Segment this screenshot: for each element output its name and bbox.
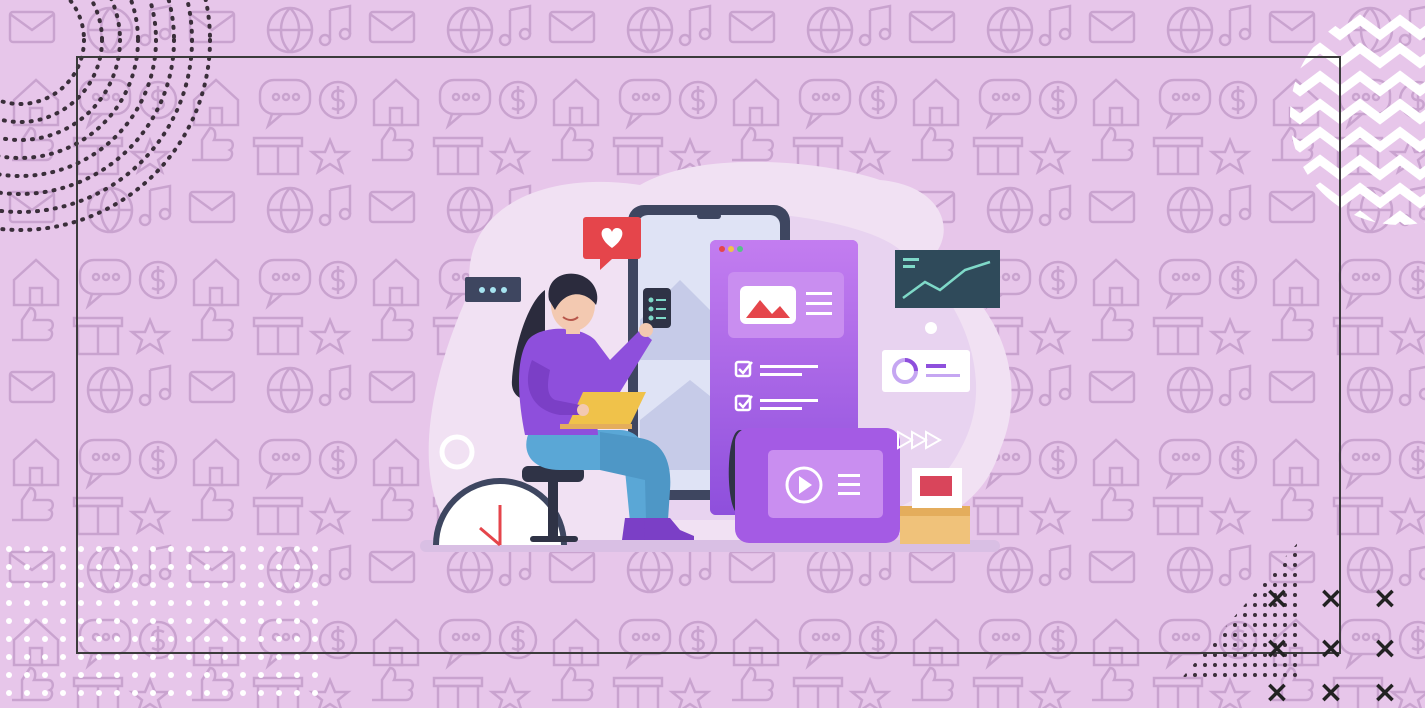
hero-banner: × × × × × × × × × — [0, 0, 1425, 708]
x-mark: × — [1264, 631, 1290, 666]
x-mark: × — [1318, 675, 1344, 708]
x-mark: × — [1264, 675, 1290, 708]
x-mark: × — [1372, 581, 1398, 616]
x-mark: × — [1264, 581, 1290, 616]
x-mark: × — [1372, 631, 1398, 666]
x-mark: × — [1372, 675, 1398, 708]
x-mark: × — [1318, 631, 1344, 666]
decorative-frame — [76, 56, 1341, 654]
x-mark: × — [1318, 581, 1344, 616]
